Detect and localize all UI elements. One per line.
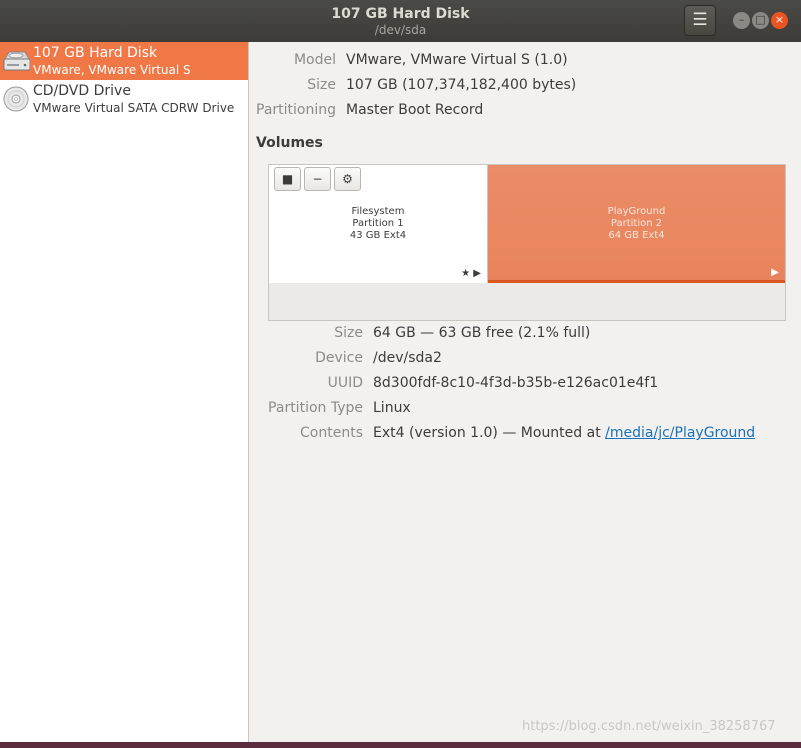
partition-2-size: 64 GB Ext4 bbox=[608, 230, 665, 241]
maximize-button[interactable]: □ bbox=[752, 12, 769, 29]
mount-point-link[interactable]: /media/jc/PlayGround bbox=[605, 425, 755, 441]
device-label: Device bbox=[315, 350, 363, 366]
drive-description: VMware, VMware Virtual S bbox=[33, 63, 191, 77]
volume-size-label: Size bbox=[334, 325, 363, 341]
drive-name: 107 GB Hard Disk bbox=[33, 45, 158, 61]
partition-1-type: Filesystem bbox=[351, 206, 405, 217]
close-button[interactable]: × bbox=[771, 12, 788, 29]
partition-type-label: Partition Type bbox=[268, 400, 363, 416]
partition-2-text: PlayGround Partition 2 64 GB Ext4 bbox=[488, 206, 785, 242]
minus-icon: − bbox=[312, 172, 323, 186]
maximize-icon: □ bbox=[755, 13, 766, 26]
delete-partition-button[interactable]: − bbox=[304, 167, 331, 191]
partition-1-block[interactable]: Filesystem Partition 1 43 GB Ext4 ★ ▶ bbox=[269, 165, 488, 283]
hamburger-icon: ☰ bbox=[692, 10, 708, 30]
partition-2-status-icons: ▶ bbox=[771, 267, 779, 278]
drive-details-panel: Model VMware, VMware Virtual S (1.0) Siz… bbox=[249, 42, 801, 742]
model-value: VMware, VMware Virtual S (1.0) bbox=[346, 52, 568, 68]
uuid-label: UUID bbox=[327, 375, 363, 391]
disk-size-value: 107 GB (107,374,182,400 bytes) bbox=[346, 77, 577, 93]
window-subtitle: /dev/sda bbox=[374, 23, 427, 37]
contents-text: Ext4 (version 1.0) — Mounted at bbox=[373, 425, 606, 441]
partition-1-size: 43 GB Ext4 bbox=[349, 230, 407, 241]
disk-size-label: Size bbox=[307, 77, 336, 93]
drive-item-hard-disk[interactable]: 107 GB Hard Disk VMware, VMware Virtual … bbox=[0, 42, 248, 80]
watermark: https://blog.csdn.net/weixin_38258767 bbox=[522, 719, 776, 734]
volume-size-value: 64 GB — 63 GB free (2.1% full) bbox=[373, 325, 591, 341]
partition-type-value: Linux bbox=[373, 400, 411, 416]
drive-name: CD/DVD Drive bbox=[33, 83, 131, 99]
window-title: 107 GB Hard Disk bbox=[331, 6, 470, 22]
disks-window: 107 GB Hard Disk /dev/sda ☰ – □ × 107 GB… bbox=[0, 0, 801, 742]
menu-button[interactable]: ☰ bbox=[684, 5, 716, 36]
partitioning-value: Master Boot Record bbox=[346, 102, 484, 118]
unmount-button[interactable]: ■ bbox=[274, 167, 301, 191]
drive-item-cd-dvd[interactable]: CD/DVD Drive VMware Virtual SATA CDRW Dr… bbox=[0, 80, 248, 118]
partition-settings-button[interactable]: ⚙ bbox=[334, 167, 361, 191]
partition-1-text: Filesystem Partition 1 43 GB Ext4 bbox=[269, 206, 487, 242]
partition-2-block[interactable]: PlayGround Partition 2 64 GB Ext4 ▶ bbox=[488, 165, 785, 283]
gears-icon: ⚙ bbox=[342, 172, 353, 186]
contents-label: Contents bbox=[300, 425, 363, 441]
optical-disc-icon bbox=[3, 86, 29, 112]
hard-disk-icon bbox=[3, 51, 30, 71]
drive-list: 107 GB Hard Disk VMware, VMware Virtual … bbox=[0, 42, 249, 742]
partition-2-label: PlayGround bbox=[607, 206, 666, 217]
partition-1-name: Partition 1 bbox=[352, 218, 404, 229]
minimize-icon: – bbox=[738, 13, 745, 26]
close-icon: × bbox=[774, 13, 785, 26]
device-value: /dev/sda2 bbox=[373, 350, 442, 366]
partition-2-name: Partition 2 bbox=[610, 218, 663, 229]
uuid-value: 8d300fdf-8c10-4f3d-b35b-e126ac01e4f1 bbox=[373, 375, 659, 391]
title-bar: 107 GB Hard Disk /dev/sda ☰ – □ × bbox=[0, 0, 801, 42]
model-label: Model bbox=[293, 52, 336, 68]
stop-icon: ■ bbox=[281, 172, 294, 186]
contents-value: Ext4 (version 1.0) — Mounted at /media/j… bbox=[373, 425, 755, 441]
drive-description: VMware Virtual SATA CDRW Drive bbox=[33, 101, 235, 115]
minimize-button[interactable]: – bbox=[733, 12, 750, 29]
partitioning-label: Partitioning bbox=[256, 102, 336, 118]
volumes-heading: Volumes bbox=[256, 135, 323, 151]
partition-1-status-icons: ★ ▶ bbox=[461, 268, 481, 279]
